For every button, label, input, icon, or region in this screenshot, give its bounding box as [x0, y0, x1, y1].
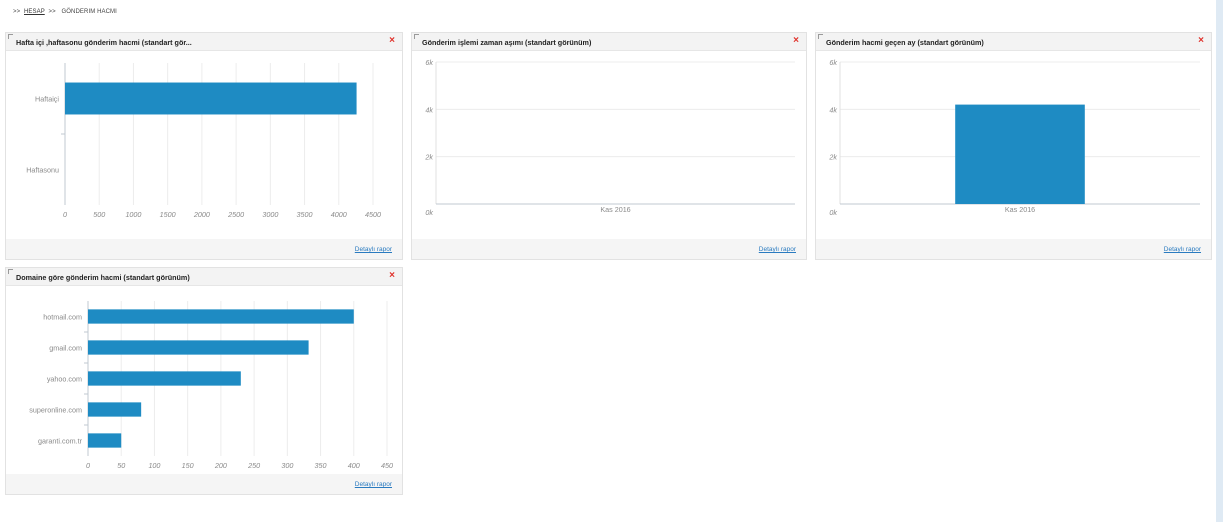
- widget-send-timeout: Gönderim işlemi zaman aşımı (standart gö…: [411, 32, 807, 260]
- x-tick-label: 150: [182, 461, 194, 470]
- bar: [955, 104, 1085, 204]
- y-tick-label: garanti.com.tr: [38, 437, 83, 446]
- breadcrumb-separator: >>: [48, 9, 56, 15]
- bar: [65, 82, 357, 115]
- chart-last-month: 0k 2k 4k 6k Kas 2016: [828, 58, 1200, 217]
- x-tick-label: 1500: [160, 210, 176, 219]
- close-icon[interactable]: ×: [793, 35, 799, 47]
- chart-area: 0 50 100 150 200 250 300 350 400 450 hotmail.com gm…: [6, 286, 402, 474]
- breadcrumb: >> HESAP >> GÖNDERIM HACMI: [11, 9, 119, 15]
- widget-header: Domaine göre gönderim hacmi (standart gö…: [6, 268, 402, 286]
- bar: [88, 340, 309, 355]
- y-tick-label: hotmail.com: [43, 313, 82, 322]
- x-tick-label: 1000: [125, 210, 141, 219]
- bar: [88, 371, 241, 386]
- x-tick-label: 2000: [193, 210, 210, 219]
- x-tick-label: 400: [348, 461, 360, 470]
- breadcrumb-current: GÖNDERIM HACMI: [61, 9, 117, 15]
- corner-icon: [818, 34, 823, 39]
- y-tick-label: 6k: [425, 58, 433, 67]
- chart-area: 0 500 1000 1500 2000 2500 3000 3500 4000 4500 Haft…: [6, 51, 402, 239]
- chart-domain-volume: 0 50 100 150 200 250 300 350 400 450 hotmail.com gm…: [29, 301, 393, 470]
- y-tick-label: 4k: [425, 105, 433, 114]
- bar: [88, 433, 122, 448]
- close-icon[interactable]: ×: [389, 270, 395, 282]
- widget-header: Gönderim işlemi zaman aşımı (standart gö…: [412, 33, 806, 51]
- widget-header: Hafta içi ,haftasonu gönderim hacmi (sta…: [6, 33, 402, 51]
- x-tick-label: 100: [148, 461, 160, 470]
- x-tick-label: 500: [93, 210, 105, 219]
- chart-area: 0k 2k 4k 6k Kas 2016: [816, 51, 1211, 239]
- widget-weekday-weekend-volume: Hafta içi ,haftasonu gönderim hacmi (sta…: [5, 32, 403, 260]
- widget-title: Hafta içi ,haftasonu gönderim hacmi (sta…: [16, 38, 192, 47]
- y-tick-label: Haftasonu: [26, 166, 59, 175]
- widget-title: Gönderim hacmi geçen ay (standart görünü…: [826, 38, 984, 47]
- x-tick-label: 4500: [365, 210, 381, 219]
- close-icon[interactable]: ×: [389, 35, 395, 47]
- chart-area: 0k 2k 4k 6k Kas 2016: [412, 51, 806, 239]
- bar: [88, 402, 142, 417]
- y-tick-label: 2k: [424, 153, 433, 162]
- x-tick-label: 300: [281, 461, 293, 470]
- detailed-report-link[interactable]: Detaylı rapor: [355, 481, 392, 488]
- detailed-report-link[interactable]: Detaylı rapor: [759, 246, 796, 253]
- x-tick-label: 200: [214, 461, 227, 470]
- y-tick-label: superonline.com: [29, 406, 82, 415]
- x-tick-label: 450: [381, 461, 393, 470]
- widget-volume-last-month: Gönderim hacmi geçen ay (standart görünü…: [815, 32, 1212, 260]
- widget-title: Domaine göre gönderim hacmi (standart gö…: [16, 273, 190, 282]
- x-tick-label: Kas 2016: [600, 205, 630, 214]
- breadcrumb-separator: >>: [13, 9, 21, 15]
- detailed-report-link[interactable]: Detaylı rapor: [355, 246, 392, 253]
- corner-icon: [8, 269, 13, 274]
- corner-icon: [414, 34, 419, 39]
- x-tick-label: 50: [117, 461, 125, 470]
- x-tick-label: 3500: [297, 210, 313, 219]
- x-tick-label: 350: [315, 461, 327, 470]
- close-icon[interactable]: ×: [1198, 35, 1204, 47]
- detailed-report-link[interactable]: Detaylı rapor: [1164, 246, 1201, 253]
- x-tick-label: 3000: [262, 210, 278, 219]
- page: >> HESAP >> GÖNDERIM HACMI Hafta içi ,ha…: [0, 0, 1216, 522]
- x-tick-label: 4000: [331, 210, 347, 219]
- y-tick-label: 2k: [828, 153, 837, 162]
- y-tick-label: 4k: [829, 105, 837, 114]
- x-tick-label: Kas 2016: [1005, 205, 1035, 214]
- y-tick-label: gmail.com: [49, 344, 82, 353]
- x-tick-label: 0: [63, 210, 67, 219]
- y-tick-label: 6k: [829, 58, 837, 67]
- widget-domain-volume: Domaine göre gönderim hacmi (standart gö…: [5, 267, 403, 495]
- widget-title: Gönderim işlemi zaman aşımı (standart gö…: [422, 38, 592, 47]
- chart-send-timeout: 0k 2k 4k 6k Kas 2016: [424, 58, 795, 217]
- x-tick-label: 2500: [227, 210, 244, 219]
- bar: [88, 309, 354, 324]
- x-tick-label: 0: [86, 461, 90, 470]
- breadcrumb-link-hesap[interactable]: HESAP: [24, 9, 45, 15]
- x-tick-label: 250: [247, 461, 260, 470]
- y-tick-label: 0k: [425, 208, 433, 217]
- y-tick-label: 0k: [829, 208, 837, 217]
- widget-header: Gönderim hacmi geçen ay (standart görünü…: [816, 33, 1211, 51]
- chart-weekday-weekend: 0 500 1000 1500 2000 2500 3000 3500 4000 4500 Haft…: [26, 63, 381, 219]
- y-tick-label: yahoo.com: [47, 375, 82, 384]
- corner-icon: [8, 34, 13, 39]
- y-tick-label: Haftaiçi: [35, 95, 59, 104]
